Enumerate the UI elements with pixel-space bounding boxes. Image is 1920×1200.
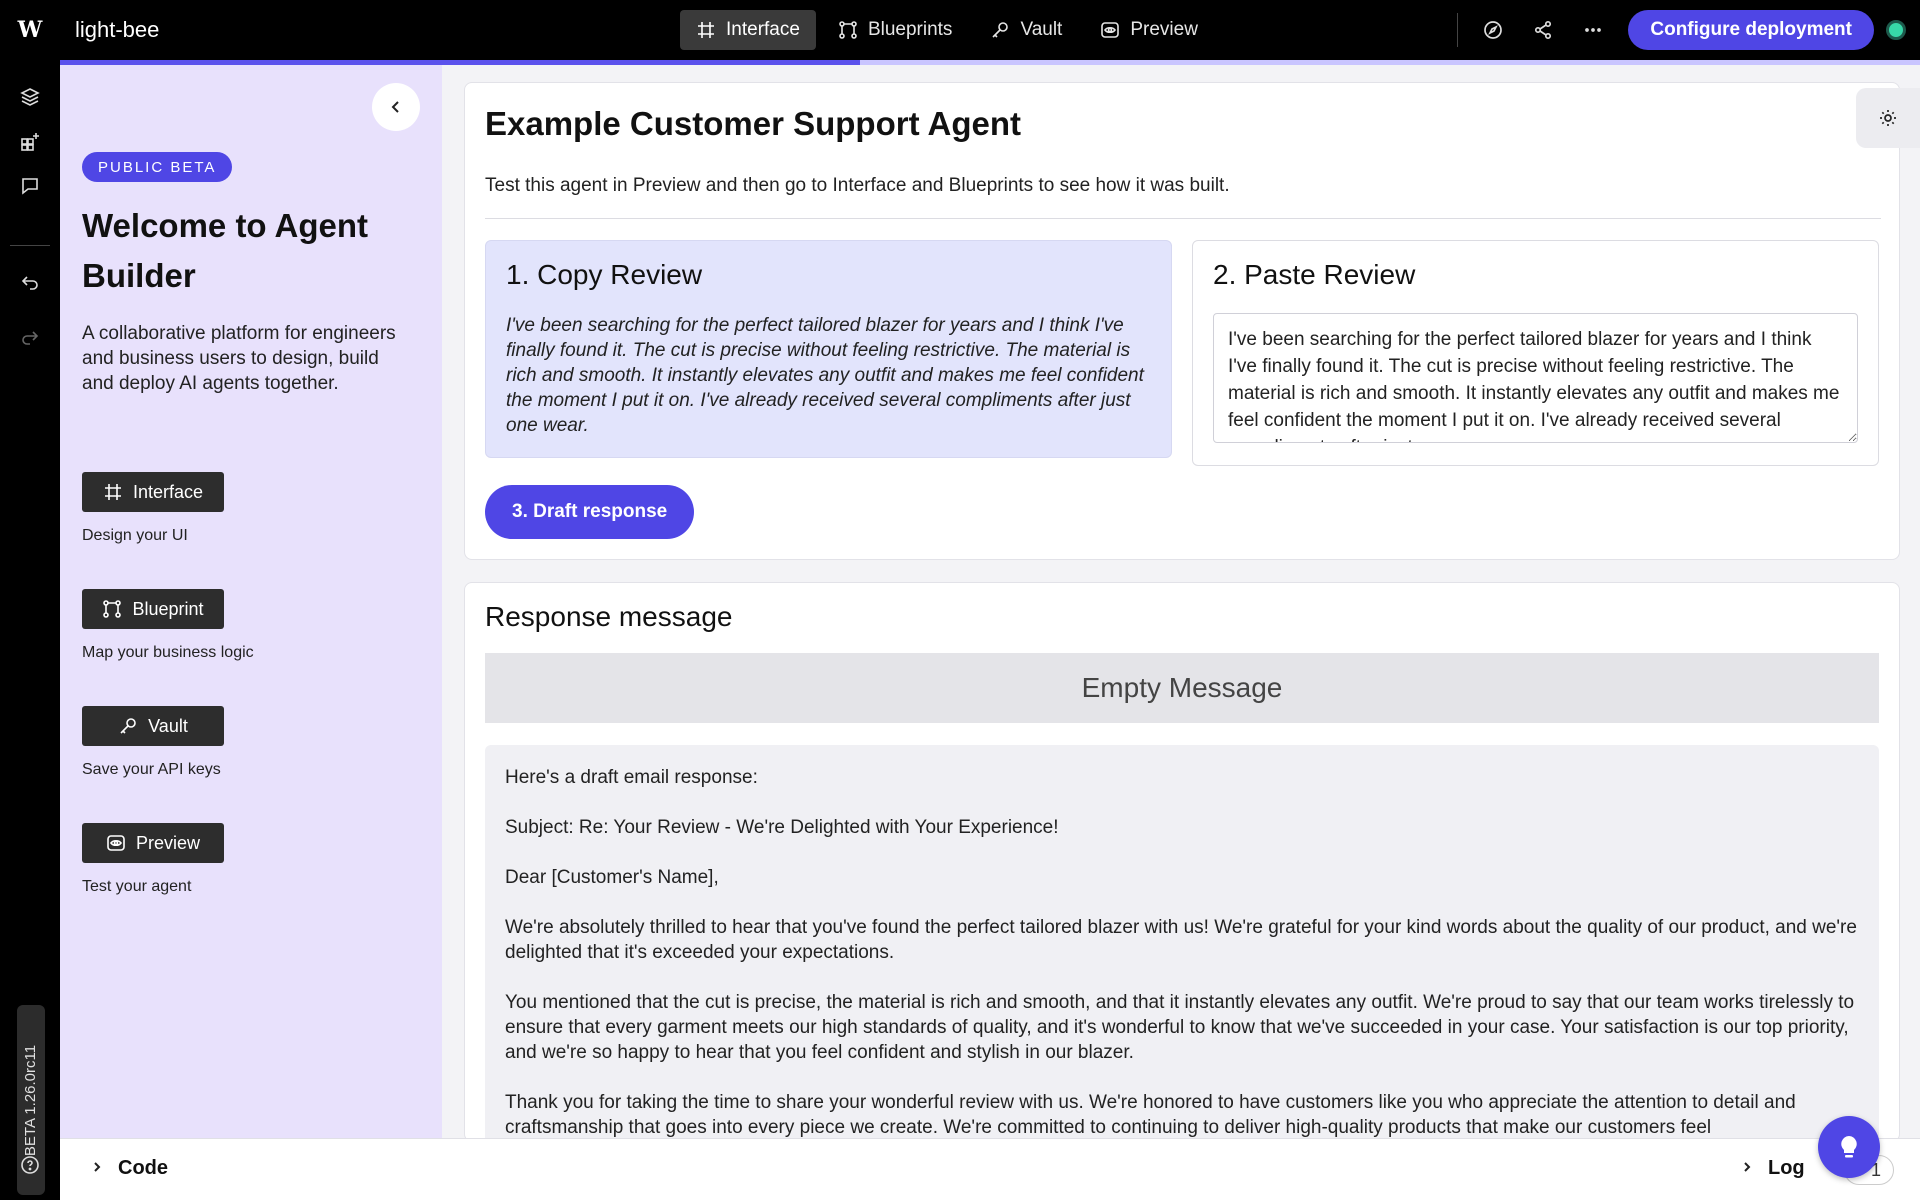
- draft-response-button[interactable]: 3. Draft response: [485, 485, 695, 539]
- layers-icon[interactable]: [15, 82, 45, 112]
- tool-caption: Map your business logic: [82, 644, 254, 661]
- rail-divider: [10, 245, 50, 246]
- tool-caption: Design your UI: [82, 527, 188, 544]
- app-logo[interactable]: W: [0, 0, 60, 60]
- comment-icon[interactable]: [15, 171, 45, 201]
- welcome-intro: A collaborative platform for engineers a…: [82, 323, 396, 394]
- assistant-bulb-button[interactable]: [1818, 1116, 1880, 1178]
- gear-icon: [1880, 110, 1896, 126]
- response-paragraph: Here's a draft email response:: [505, 767, 758, 788]
- share-icon[interactable]: [1518, 10, 1568, 50]
- main-nav: Interface Blueprints Vault Preview: [680, 10, 1214, 50]
- chevron-left-icon: [391, 101, 399, 113]
- paste-review-title: 2. Paste Review: [1213, 259, 1416, 290]
- page-title: Example Customer Support Agent: [485, 105, 1022, 142]
- redo-icon[interactable]: [15, 322, 45, 352]
- key-icon: [992, 22, 1009, 38]
- grid-hash-icon: [104, 484, 121, 500]
- response-paragraph: Thank you for taking the time to share y…: [505, 1092, 1796, 1138]
- welcome-panel: PUBLIC BETA Welcome to Agent Builder A c…: [60, 65, 442, 1138]
- response-paragraph: We're absolutely thrilled to hear that y…: [505, 917, 1857, 963]
- empty-message-placeholder: Empty Message: [485, 653, 1879, 723]
- project-name[interactable]: light-bee: [75, 17, 159, 43]
- tab-interface[interactable]: Interface: [680, 10, 816, 50]
- response-paragraph: You mentioned that the cut is precise, t…: [505, 992, 1855, 1063]
- grid-hash-icon: [698, 22, 714, 38]
- copy-review-box: 1. Copy Review I've been searching for t…: [485, 240, 1172, 458]
- chevron-right-icon: [90, 1157, 104, 1180]
- preview-tool-button[interactable]: Preview: [82, 823, 224, 863]
- eye-icon: [1101, 22, 1120, 38]
- public-beta-badge: PUBLIC BETA: [82, 152, 233, 182]
- tab-label: Preview: [1130, 19, 1198, 40]
- top-actions: Configure deployment: [1457, 0, 1920, 60]
- tab-label: Vault: [1020, 19, 1063, 40]
- add-component-icon[interactable]: [15, 126, 45, 156]
- blueprint-nodes-icon: [839, 21, 857, 39]
- configure-deployment-button[interactable]: Configure deployment: [1628, 10, 1874, 50]
- response-card: Response message Empty Message Here's a …: [464, 582, 1900, 1142]
- blueprint-nodes-icon: [103, 600, 122, 618]
- tool-label: Blueprint: [132, 598, 204, 619]
- log-panel-toggle[interactable]: Log: [1740, 1157, 1805, 1180]
- lightbulb-icon: [1841, 1136, 1857, 1158]
- copy-review-text[interactable]: I've been searching for the perfect tail…: [506, 313, 1156, 438]
- tab-label: Blueprints: [867, 19, 953, 40]
- response-title: Response message: [485, 601, 733, 632]
- top-bar: W light-bee Interface Blueprints Vault P…: [0, 0, 1920, 60]
- tool-label: Vault: [148, 715, 188, 736]
- divider: [485, 218, 1881, 219]
- tool-label: Preview: [135, 832, 201, 853]
- code-panel-toggle[interactable]: Code: [90, 1157, 168, 1180]
- tab-blueprints[interactable]: Blueprints: [822, 10, 969, 50]
- paste-review-box: 2. Paste Review I've been searching for …: [1192, 240, 1879, 466]
- settings-button[interactable]: [1856, 88, 1920, 148]
- blueprint-tool-button[interactable]: Blueprint: [82, 589, 224, 629]
- tab-vault[interactable]: Vault: [974, 10, 1078, 50]
- eye-icon: [107, 835, 125, 851]
- page-subtitle: Test this agent in Preview and then go t…: [485, 175, 1230, 196]
- code-label: Code: [118, 1157, 168, 1179]
- undo-icon[interactable]: [15, 267, 45, 297]
- collapse-panel-button[interactable]: [372, 83, 420, 131]
- interface-tool-button[interactable]: Interface: [82, 472, 224, 512]
- log-label: Log: [1768, 1157, 1805, 1179]
- key-icon: [120, 718, 136, 734]
- response-paragraph: Subject: Re: Your Review - We're Delight…: [505, 817, 1059, 838]
- response-paragraph: Dear [Customer's Name],: [505, 867, 719, 888]
- tool-caption: Save your API keys: [82, 761, 221, 778]
- vault-tool-button[interactable]: Vault: [82, 706, 224, 746]
- compass-icon[interactable]: [1468, 10, 1518, 50]
- paste-review-textarea[interactable]: I've been searching for the perfect tail…: [1213, 313, 1858, 443]
- tab-preview[interactable]: Preview: [1084, 10, 1214, 50]
- divider: [1457, 13, 1459, 47]
- help-circle-icon[interactable]: [15, 1150, 45, 1180]
- chevron-right-icon: [1740, 1157, 1754, 1180]
- copy-review-title: 1. Copy Review: [506, 259, 703, 290]
- left-rail: BETA 1.26.0rc11: [0, 60, 60, 1200]
- bottom-bar: Code Log 1: [60, 1138, 1920, 1200]
- tab-label: Interface: [726, 19, 800, 40]
- more-options-icon[interactable]: [1568, 10, 1618, 50]
- tool-label: Interface: [132, 481, 204, 502]
- welcome-title: Welcome to Agent Builder: [82, 207, 369, 294]
- user-avatar[interactable]: [1886, 20, 1906, 40]
- tool-caption: Test your agent: [82, 878, 192, 895]
- response-message-body: Here's a draft email response: Subject: …: [485, 745, 1879, 1141]
- agent-card: Example Customer Support Agent Test this…: [464, 82, 1900, 560]
